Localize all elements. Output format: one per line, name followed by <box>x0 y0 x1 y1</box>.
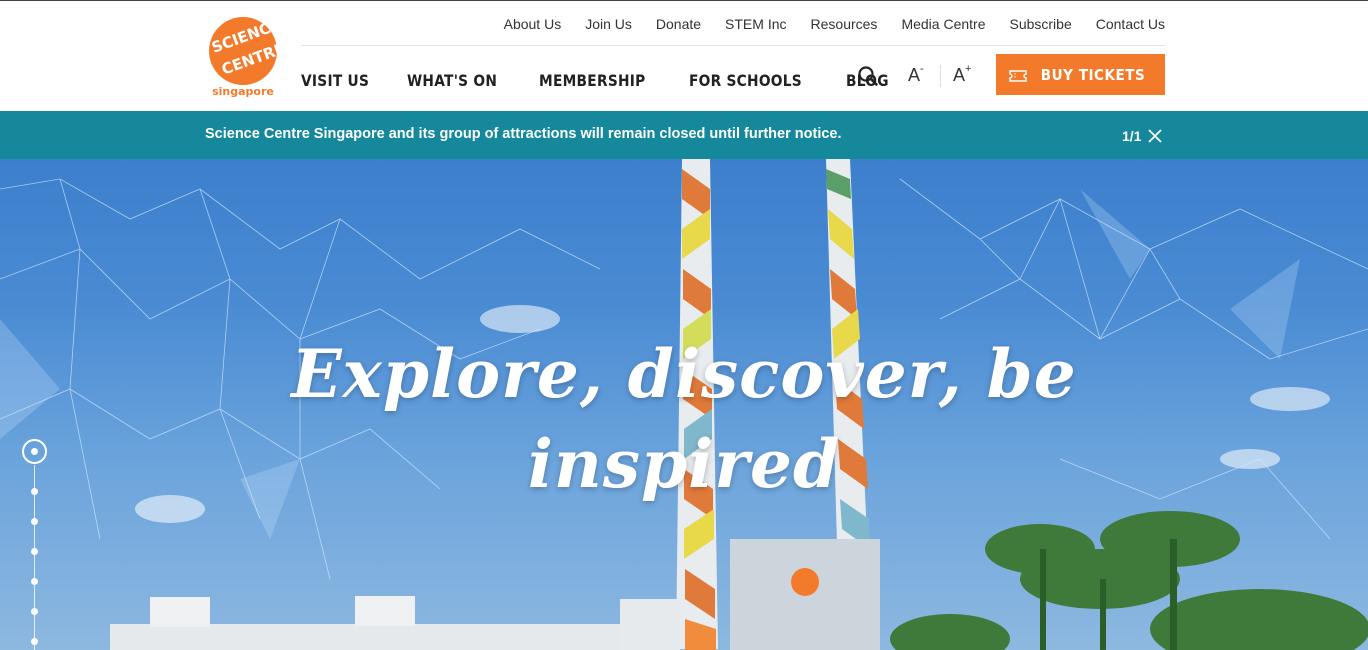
main-nav: VISIT US WHAT'S ON MEMBERSHIP FOR SCHOOL… <box>301 71 936 90</box>
hero-title-line2: inspired <box>527 425 841 503</box>
font-decrease-button[interactable]: A- <box>908 63 924 86</box>
search-icon[interactable] <box>857 65 879 87</box>
alert-message: Science Centre Singapore and its group o… <box>205 126 842 142</box>
hero-title-line1: Explore, discover, be <box>291 335 1077 413</box>
ticket-icon <box>1009 69 1028 82</box>
utility-link-about-us[interactable]: About Us <box>492 15 574 33</box>
slide-indicator[interactable] <box>31 578 38 585</box>
utility-link-media-centre[interactable]: Media Centre <box>889 15 997 33</box>
slide-indicator[interactable] <box>31 488 38 495</box>
nav-visit-us[interactable]: VISIT US <box>301 71 369 90</box>
nav-whats-on[interactable]: WHAT'S ON <box>407 71 497 90</box>
utility-link-contact-us[interactable]: Contact Us <box>1084 15 1165 33</box>
alert-counter: 1/1 <box>1122 128 1142 144</box>
utility-link-join-us[interactable]: Join Us <box>573 15 644 33</box>
font-decrease-label: A <box>908 65 921 85</box>
buy-tickets-button[interactable]: BUY TICKETS <box>996 54 1165 95</box>
font-increase-sign: + <box>965 63 972 75</box>
nav-membership[interactable]: MEMBERSHIP <box>539 71 645 90</box>
logo-subtitle: singapore <box>212 85 274 98</box>
slide-navigation <box>22 439 48 650</box>
utility-link-stem-inc[interactable]: STEM Inc <box>713 15 798 33</box>
hero-banner: Explore, discover, be inspired <box>0 159 1368 650</box>
font-increase-label: A <box>953 65 966 85</box>
hero-title: Explore, discover, be inspired <box>0 329 1368 509</box>
header-divider <box>301 45 1165 46</box>
slide-indicator[interactable] <box>31 518 38 525</box>
utility-link-subscribe[interactable]: Subscribe <box>997 15 1083 33</box>
utility-nav: About Us Join Us Donate STEM Inc Resourc… <box>492 15 1165 33</box>
slide-indicator[interactable] <box>31 608 38 615</box>
buy-tickets-label: BUY TICKETS <box>1041 65 1146 84</box>
font-increase-button[interactable]: A+ <box>953 63 972 86</box>
site-header: SCIENCE CENTRE singapore About Us Join U… <box>0 1 1368 111</box>
slide-indicator-active[interactable] <box>22 439 47 464</box>
alert-bar: Science Centre Singapore and its group o… <box>0 111 1368 159</box>
slide-indicator[interactable] <box>31 638 38 645</box>
font-decrease-sign: - <box>920 63 924 75</box>
utility-link-donate[interactable]: Donate <box>644 15 713 33</box>
font-size-separator <box>940 65 941 87</box>
utility-link-resources[interactable]: Resources <box>799 15 890 33</box>
slide-indicator[interactable] <box>31 548 38 555</box>
close-icon[interactable] <box>1148 129 1162 143</box>
nav-for-schools[interactable]: FOR SCHOOLS <box>689 71 802 90</box>
